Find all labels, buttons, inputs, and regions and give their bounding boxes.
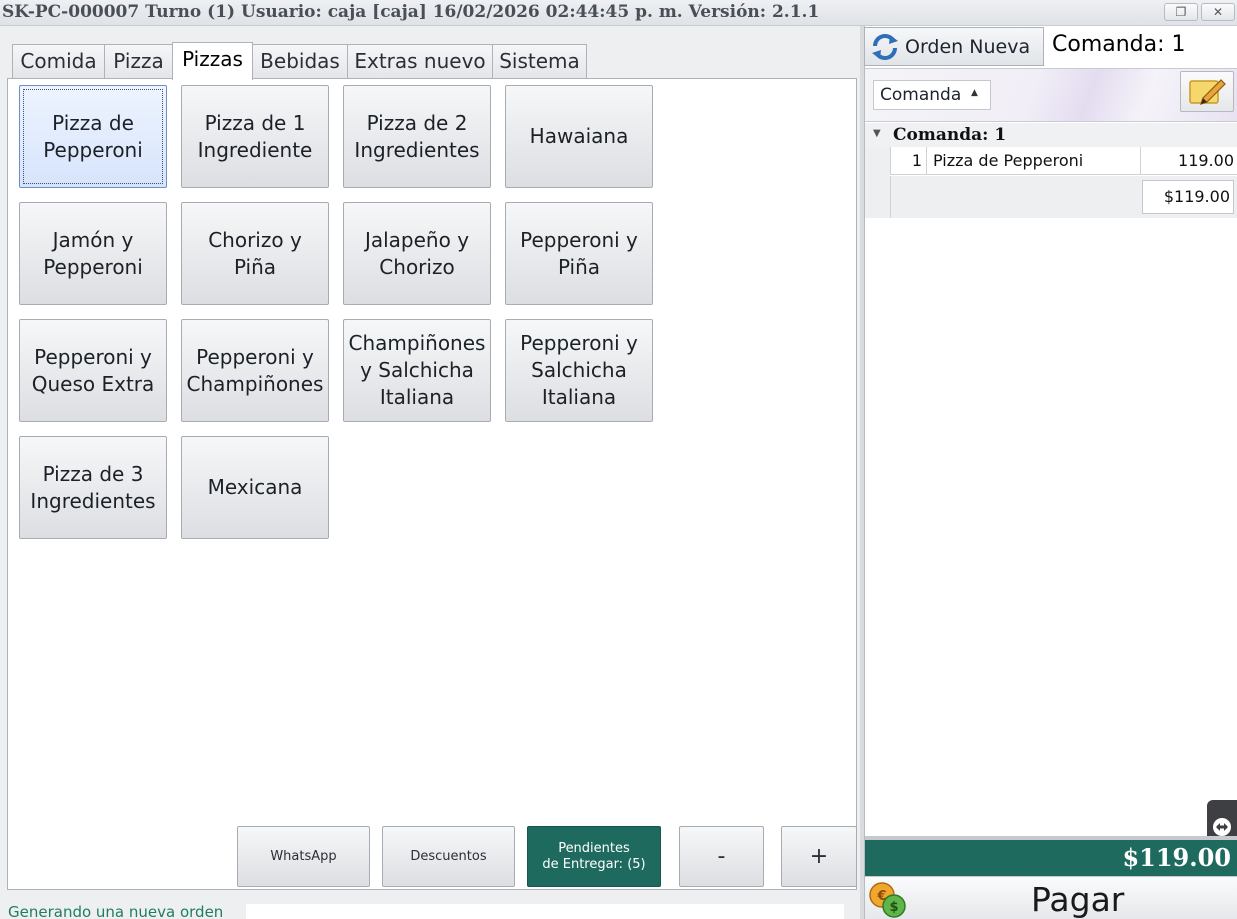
increase-quantity-button[interactable]: + xyxy=(781,826,857,887)
window-title: SK-PC-000007 Turno (1) Usuario: caja [ca… xyxy=(2,2,820,22)
product-button-pizza-de-pepperoni[interactable]: Pizza de Pepperoni xyxy=(19,85,167,188)
tab-sistema[interactable]: Sistema xyxy=(492,44,587,79)
order-item-name: Pizza de Pepperoni xyxy=(928,147,1141,174)
grand-total-amount: $119.00 xyxy=(1122,843,1231,872)
pay-label: Pagar xyxy=(1031,880,1125,919)
product-button-pizza-de-2-ingredientes[interactable]: Pizza de 2 Ingredientes xyxy=(343,85,491,188)
product-button-hawaiana[interactable]: Hawaiana xyxy=(505,85,653,188)
product-button-pepperoni-y-pina[interactable]: Pepperoni y Piña xyxy=(505,202,653,305)
tab-pizzas[interactable]: Pizzas xyxy=(172,42,253,80)
tab-bebidas[interactable]: Bebidas xyxy=(252,44,348,79)
order-item-qty: 1 xyxy=(891,147,927,174)
order-item-price: 119.00 xyxy=(1178,151,1234,170)
new-order-label: Orden Nueva xyxy=(905,35,1031,58)
product-button-pizza-de-1-ingrediente[interactable]: Pizza de 1 Ingrediente xyxy=(181,85,329,188)
product-button-jalapeno-y-chorizo[interactable]: Jalapeño y Chorizo xyxy=(343,202,491,305)
coins-icon: € $ xyxy=(869,882,906,918)
whatsapp-button[interactable]: WhatsApp xyxy=(237,826,370,887)
product-button-jamon-y-pepperoni[interactable]: Jamón y Pepperoni xyxy=(19,202,167,305)
product-button-pepperoni-y-champinones[interactable]: Pepperoni y Champiñones xyxy=(181,319,329,422)
product-button-pepperoni-y-salchicha-italiana[interactable]: Pepperoni y Salchicha Italiana xyxy=(505,319,653,422)
remote-link-icon xyxy=(1213,818,1231,836)
product-button-pepperoni-y-queso-extra[interactable]: Pepperoni y Queso Extra xyxy=(19,319,167,422)
new-order-button[interactable]: Orden Nueva xyxy=(864,27,1044,66)
descuentos-button[interactable]: Descuentos xyxy=(382,826,515,887)
svg-text:$: $ xyxy=(889,900,898,915)
product-button-mexicana[interactable]: Mexicana xyxy=(181,436,329,539)
tab-comida[interactable]: Comida xyxy=(12,44,105,79)
order-indent-strip xyxy=(865,147,890,218)
restore-window-icon[interactable]: ❐ xyxy=(1164,3,1198,21)
comanda-header: Comanda: 1 xyxy=(1052,32,1186,57)
status-message: Generando una nueva orden xyxy=(8,903,224,919)
tab-extras-nuevo[interactable]: Extras nuevo xyxy=(347,44,493,79)
product-button-pizza-de-3-ingredientes[interactable]: Pizza de 3 Ingredientes xyxy=(19,436,167,539)
edit-note-icon xyxy=(1189,78,1226,105)
edit-note-button[interactable] xyxy=(1180,71,1234,112)
status-field xyxy=(246,904,844,919)
pendientes-de-entregar-button[interactable]: Pendientes de Entregar: (5) xyxy=(527,826,661,887)
product-button-champinones-y-salchicha-italiana[interactable]: Champiñones y Salchicha Italiana xyxy=(343,319,491,422)
close-window-icon[interactable]: ✕ xyxy=(1201,3,1235,21)
grand-total-bar: $119.00 xyxy=(865,840,1237,876)
refresh-icon xyxy=(865,29,905,65)
order-group-label: Comanda: 1 xyxy=(893,125,1007,145)
product-button-chorizo-y-pina[interactable]: Chorizo y Piña xyxy=(181,202,329,305)
order-item-row[interactable]: 1 Pizza de Pepperoni 119.00 xyxy=(890,147,1237,175)
tab-pizza[interactable]: Pizza xyxy=(104,44,173,79)
title-bar: SK-PC-000007 Turno (1) Usuario: caja [ca… xyxy=(0,0,1237,26)
order-group-total: $119.00 xyxy=(1142,180,1234,214)
collapse-caret-icon[interactable]: ▼ xyxy=(873,128,881,139)
dropdown-arrow-icon: ▲ xyxy=(971,88,978,98)
decrease-quantity-button[interactable]: - xyxy=(679,826,764,887)
